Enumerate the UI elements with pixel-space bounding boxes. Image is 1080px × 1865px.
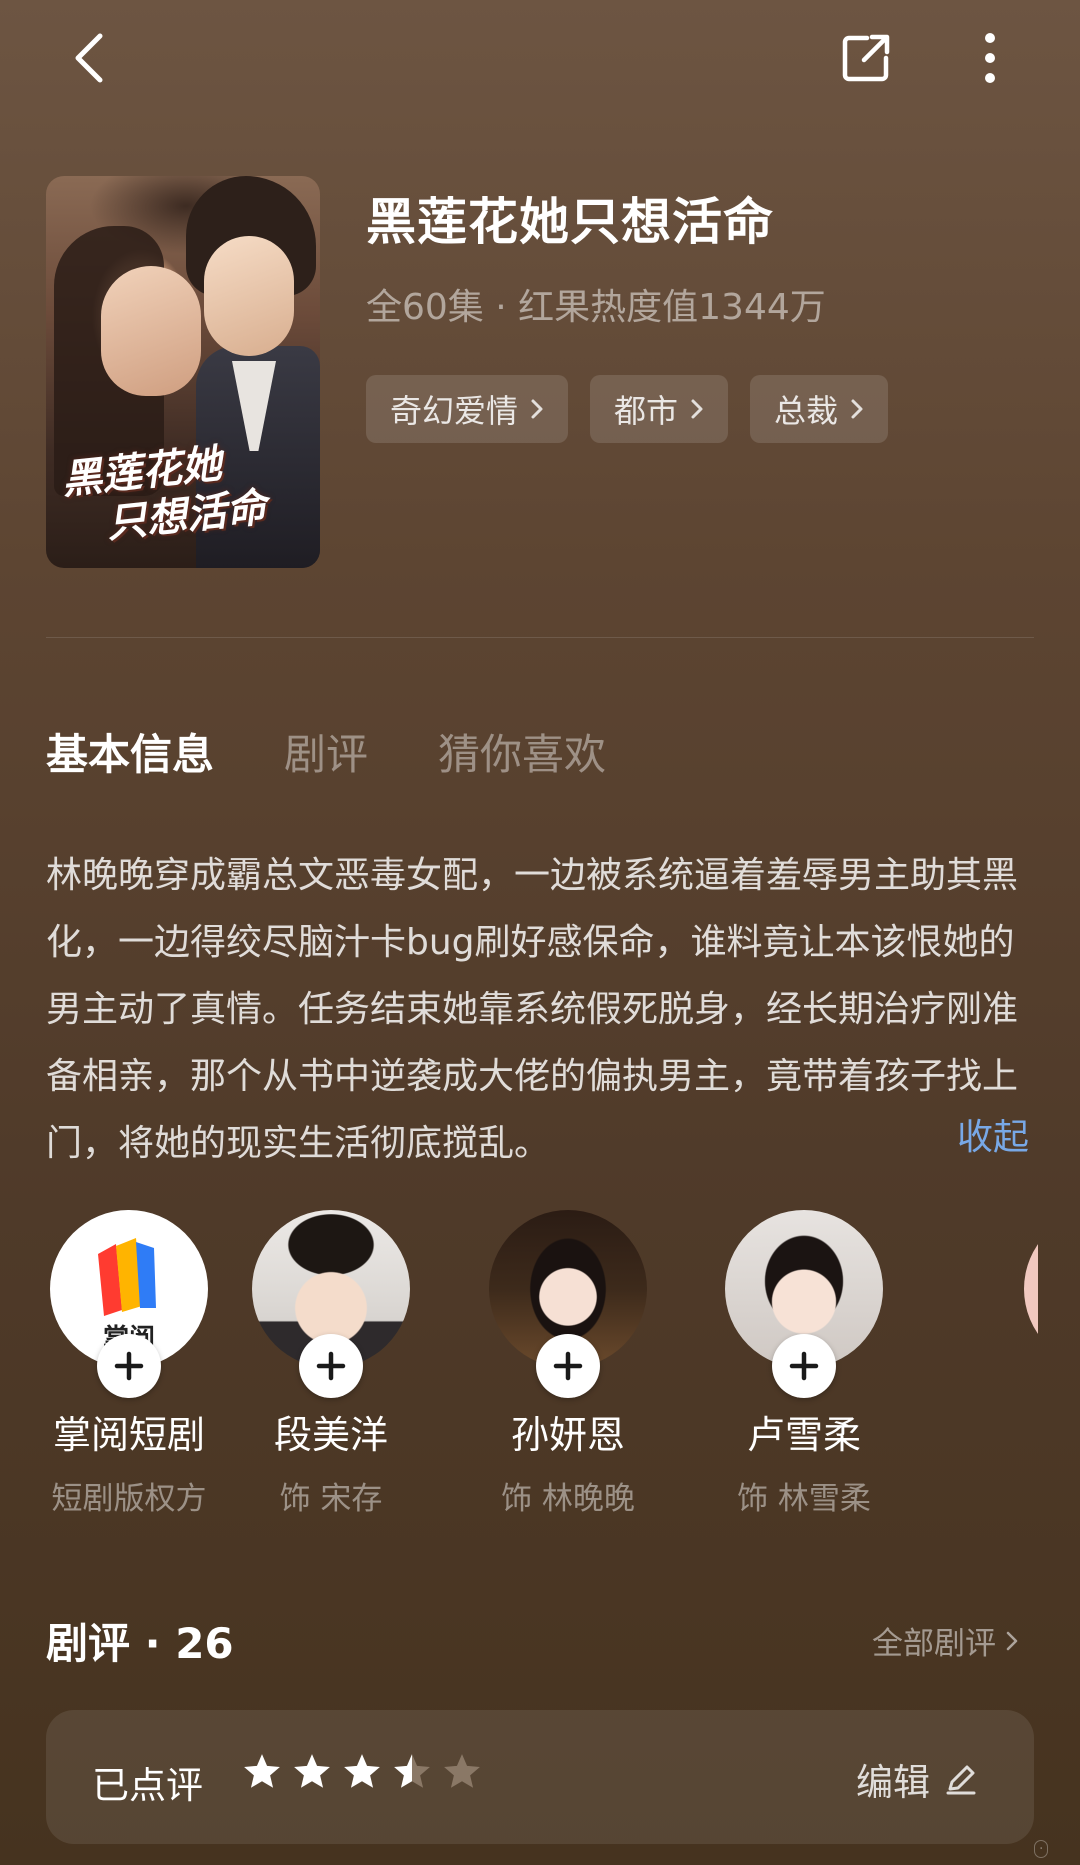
plus-icon [553, 1351, 583, 1381]
synopsis-text: 林晚晚穿成霸总文恶毒女配，一边被系统逼着羞辱男主助其黑化，一边得绞尽脑汁卡bug… [46, 855, 1019, 1164]
star-rating[interactable] [242, 1752, 482, 1792]
cast-list: 掌阅 掌阅短剧 短剧版权方 段美洋 饰 宋存 孙妍恩 饰 林晚晚 卢雪柔 饰 林… [46, 1210, 1038, 1530]
plus-icon [114, 1351, 144, 1381]
more-button[interactable] [954, 22, 1026, 94]
follow-button[interactable] [772, 1334, 836, 1398]
cast-member[interactable]: 卢雪柔 饰 林雪柔 [699, 1210, 909, 1518]
genre-tag[interactable]: 总裁 [750, 375, 889, 443]
chevron-right-icon [531, 399, 543, 419]
divider [46, 637, 1034, 638]
drama-poster[interactable]: 黑莲花她 只想活命 [46, 176, 320, 568]
cast-name: 孙妍恩 [510, 1413, 625, 1457]
star-icon[interactable] [392, 1752, 432, 1792]
share-icon [842, 34, 890, 82]
back-button[interactable] [54, 22, 126, 94]
cast-role: 短剧版权方 [51, 1481, 207, 1517]
more-vertical-icon [985, 33, 995, 83]
all-reviews-link[interactable]: 全部剧评 [872, 1618, 1018, 1663]
cast-name: 掌阅短剧 [52, 1413, 205, 1457]
tab-basic-info[interactable]: 基本信息 [46, 721, 214, 782]
star-icon[interactable] [342, 1752, 382, 1792]
tab-reviews[interactable]: 剧评 [284, 721, 368, 782]
plus-icon [316, 1351, 346, 1381]
plus-icon [789, 1351, 819, 1381]
pencil-icon [946, 1765, 976, 1795]
cast-name: 卢雪柔 [746, 1413, 861, 1457]
drama-title: 黑莲花她只想活命 [366, 193, 774, 251]
tab-recommendations[interactable]: 猜你喜欢 [438, 721, 606, 782]
collapse-link[interactable]: 收起 [957, 1108, 1029, 1160]
star-icon[interactable] [442, 1752, 482, 1792]
cast-role: 饰 宋存 [279, 1481, 383, 1517]
detail-tabs: 基本信息 剧评 猜你喜欢 [46, 721, 606, 782]
cast-name: 段美洋 [273, 1413, 388, 1457]
follow-button[interactable] [536, 1334, 600, 1398]
follow-button[interactable] [97, 1334, 161, 1398]
genre-tag[interactable]: 都市 [590, 375, 729, 443]
cast-member[interactable]: 段美洋 饰 宋存 [226, 1210, 436, 1518]
cast-member-partial[interactable] [1024, 1210, 1038, 1368]
rated-label: 已点评 [92, 1764, 203, 1807]
drama-meta: 全60集 · 红果热度值1344万 [366, 287, 826, 328]
chevron-right-icon [851, 399, 863, 419]
cast-role: 饰 林雪柔 [737, 1481, 871, 1517]
cast-member[interactable]: 孙妍恩 饰 林晚晚 [463, 1210, 673, 1518]
watermark: · [1034, 1840, 1049, 1858]
genre-tag[interactable]: 奇幻爱情 [366, 375, 569, 443]
chevron-left-icon [75, 33, 103, 83]
edit-review-button[interactable]: 编辑 [856, 1752, 978, 1806]
reviews-heading: 剧评 · 26 [46, 1619, 234, 1668]
cast-member[interactable]: 掌阅 掌阅短剧 短剧版权方 [46, 1210, 234, 1518]
follow-button[interactable] [299, 1334, 363, 1398]
cast-role: 饰 林晚晚 [501, 1481, 635, 1517]
star-icon[interactable] [292, 1752, 332, 1792]
star-icon[interactable] [242, 1752, 282, 1792]
share-button[interactable] [830, 22, 902, 94]
chevron-right-icon [1006, 1631, 1018, 1650]
chevron-right-icon [691, 399, 703, 419]
genre-tags: 奇幻爱情 都市 总裁 [366, 375, 889, 443]
